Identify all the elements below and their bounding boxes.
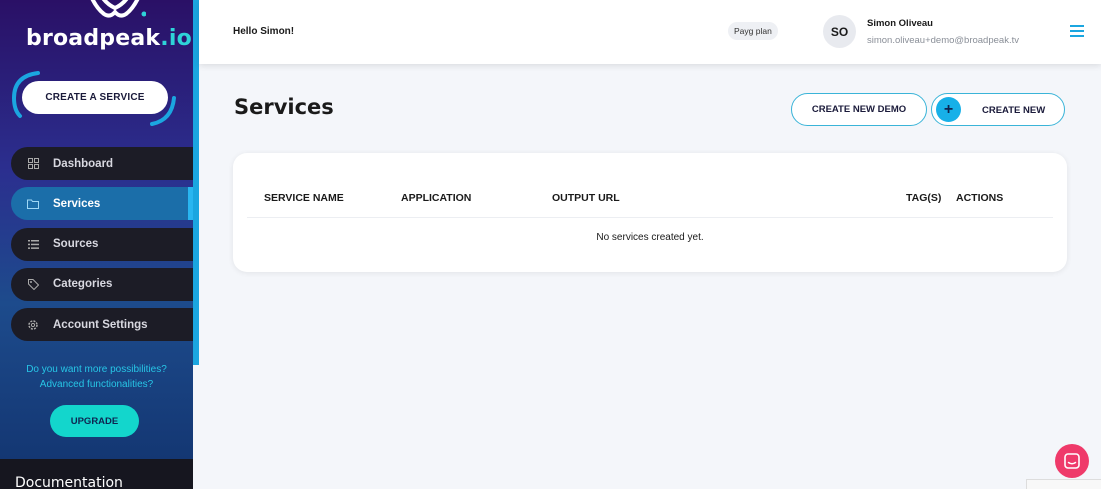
brand-logo[interactable]: broadpeak.io	[0, 0, 193, 60]
sidebar-item-label: Categories	[53, 278, 113, 291]
column-header-tags[interactable]: TAG(S)	[906, 192, 941, 204]
sidebar-item-label: Sources	[53, 238, 99, 251]
chat-launcher-button[interactable]	[1055, 444, 1089, 478]
sidebar-item-label: Services	[53, 197, 101, 210]
tags-icon	[27, 278, 39, 290]
user-name: Simon Oliveau	[867, 18, 933, 29]
create-new-button[interactable]: + CREATE NEW	[931, 93, 1065, 126]
gear-icon	[27, 319, 39, 331]
create-new-demo-button[interactable]: CREATE NEW DEMO	[791, 93, 927, 126]
logo-mark-icon	[90, 0, 146, 18]
promo-line: Advanced functionalities?	[39, 379, 154, 390]
plus-icon: +	[936, 97, 961, 122]
brand-name: broadpeak.io	[26, 26, 192, 51]
column-header-actions: ACTIONS	[956, 192, 1004, 204]
sidebar-item-categories[interactable]: Categories	[11, 267, 193, 301]
sidebar-item-services[interactable]: Services	[11, 187, 193, 221]
sidebar-item-label: Dashboard	[53, 157, 114, 170]
sidebar: broadpeak.io CREATE A SERVICE Dashboard …	[0, 0, 193, 489]
create-service-area: CREATE A SERVICE	[10, 70, 180, 128]
sidebar-item-label: Account Settings	[53, 318, 148, 331]
table-divider	[247, 217, 1053, 218]
create-service-button[interactable]: CREATE A SERVICE	[22, 81, 168, 114]
upgrade-promo: Do you want more possibilities? Advanced…	[0, 362, 193, 392]
top-header: Hello Simon! Payg plan SO Simon Oliveau …	[199, 0, 1101, 64]
list-icon	[27, 238, 39, 250]
avatar[interactable]: SO	[823, 15, 856, 48]
sidebar-item-dashboard[interactable]: Dashboard	[11, 147, 193, 180]
column-header-service-name[interactable]: SERVICE NAME	[264, 192, 344, 204]
hamburger-menu-icon[interactable]	[1070, 25, 1084, 37]
documentation-link[interactable]: Documentation	[15, 475, 123, 489]
empty-state-message: No services created yet.	[596, 232, 704, 243]
create-new-label: CREATE NEW	[982, 105, 1046, 116]
upgrade-button[interactable]: UPGRADE	[50, 405, 139, 437]
column-header-output-url[interactable]: OUTPUT URL	[552, 192, 620, 204]
sidebar-item-sources[interactable]: Sources	[11, 227, 193, 261]
greeting-text: Hello Simon!	[233, 26, 295, 37]
plan-badge: Payg plan	[728, 22, 778, 40]
column-header-application[interactable]: APPLICATION	[401, 192, 471, 204]
folder-icon	[27, 198, 39, 210]
page-title: Services	[234, 95, 334, 119]
sidebar-nav: Dashboard Services Sources Categories Ac…	[11, 147, 193, 348]
user-email: simon.oliveau+demo@broadpeak.tv	[867, 35, 1019, 46]
recaptcha-badge	[1026, 479, 1101, 489]
promo-line: Do you want more possibilities?	[26, 364, 167, 375]
grid-icon	[27, 158, 39, 170]
chat-icon	[1064, 453, 1080, 469]
sidebar-item-account-settings[interactable]: Account Settings	[11, 308, 193, 342]
services-table: SERVICE NAME APPLICATION OUTPUT URL TAG(…	[233, 153, 1067, 272]
